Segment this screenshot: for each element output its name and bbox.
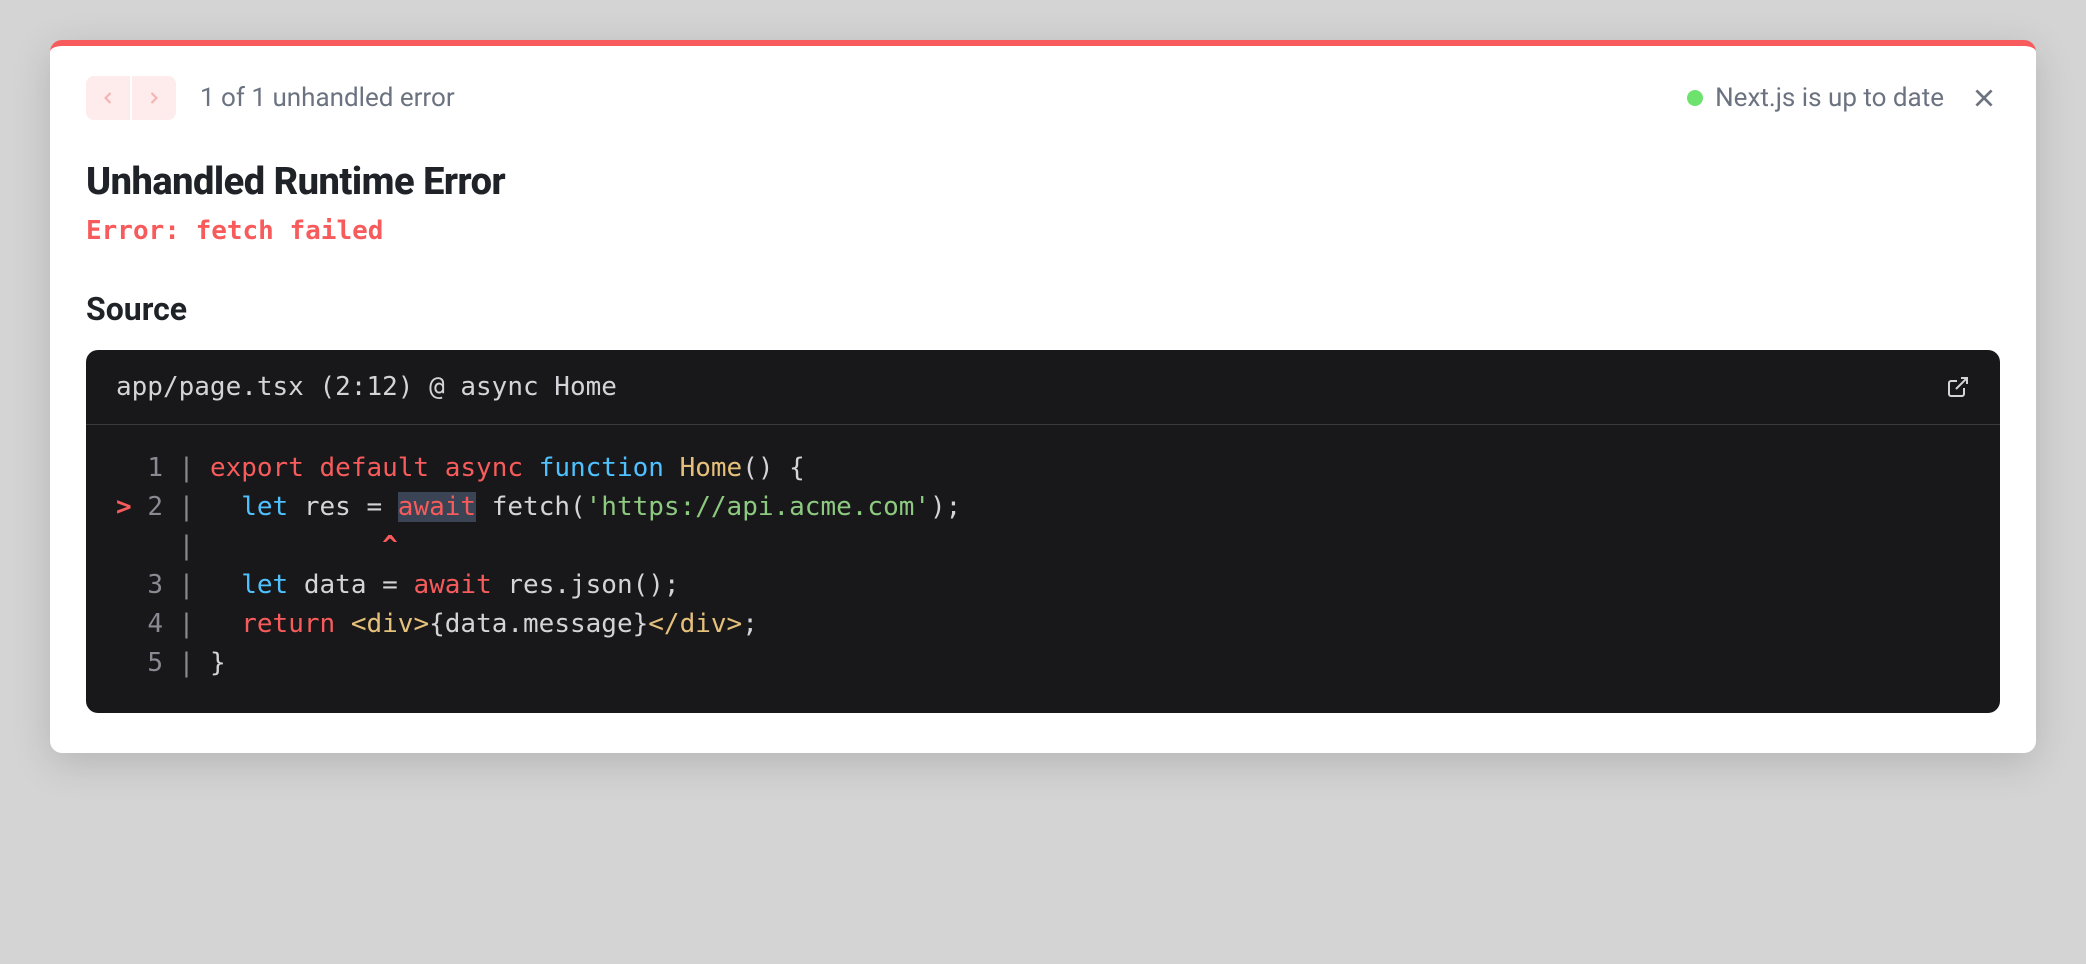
close-button[interactable] <box>1968 82 2000 114</box>
dialog-header: 1 of 1 unhandled error Next.js is up to … <box>86 76 2000 120</box>
error-counter: 1 of 1 unhandled error <box>200 83 455 113</box>
error-dialog: 1 of 1 unhandled error Next.js is up to … <box>50 40 2036 753</box>
arrow-left-icon <box>98 88 118 108</box>
external-link-icon <box>1946 375 1970 399</box>
code-line-3: 3 | let data = await res.json(); <box>116 566 1970 605</box>
prev-error-button[interactable] <box>86 76 130 120</box>
code-body: 1 | export default async function Home()… <box>86 425 2000 713</box>
close-icon <box>1971 85 1997 111</box>
error-title: Unhandled Runtime Error <box>86 160 2000 204</box>
error-message: Error: fetch failed <box>86 216 2000 246</box>
source-code-block: app/page.tsx (2:12) @ async Home 1 | exp… <box>86 350 2000 713</box>
code-header: app/page.tsx (2:12) @ async Home <box>86 350 2000 425</box>
arrow-right-icon <box>144 88 164 108</box>
source-location: app/page.tsx (2:12) @ async Home <box>116 372 617 402</box>
source-heading: Source <box>86 290 2000 328</box>
code-line-5: 5 | } <box>116 644 1970 683</box>
code-caret-line: | ^ <box>116 527 1970 566</box>
header-right: Next.js is up to date <box>1687 82 2000 114</box>
open-in-editor-button[interactable] <box>1946 375 1970 399</box>
header-left: 1 of 1 unhandled error <box>86 76 455 120</box>
nextjs-status: Next.js is up to date <box>1687 83 1944 113</box>
code-line-1: 1 | export default async function Home()… <box>116 449 1970 488</box>
code-line-2: > 2 | let res = await fetch('https://api… <box>116 488 1970 527</box>
status-text: Next.js is up to date <box>1715 83 1944 113</box>
nav-arrows <box>86 76 176 120</box>
next-error-button[interactable] <box>132 76 176 120</box>
code-line-4: 4 | return <div>{data.message}</div>; <box>116 605 1970 644</box>
status-dot-icon <box>1687 90 1703 106</box>
